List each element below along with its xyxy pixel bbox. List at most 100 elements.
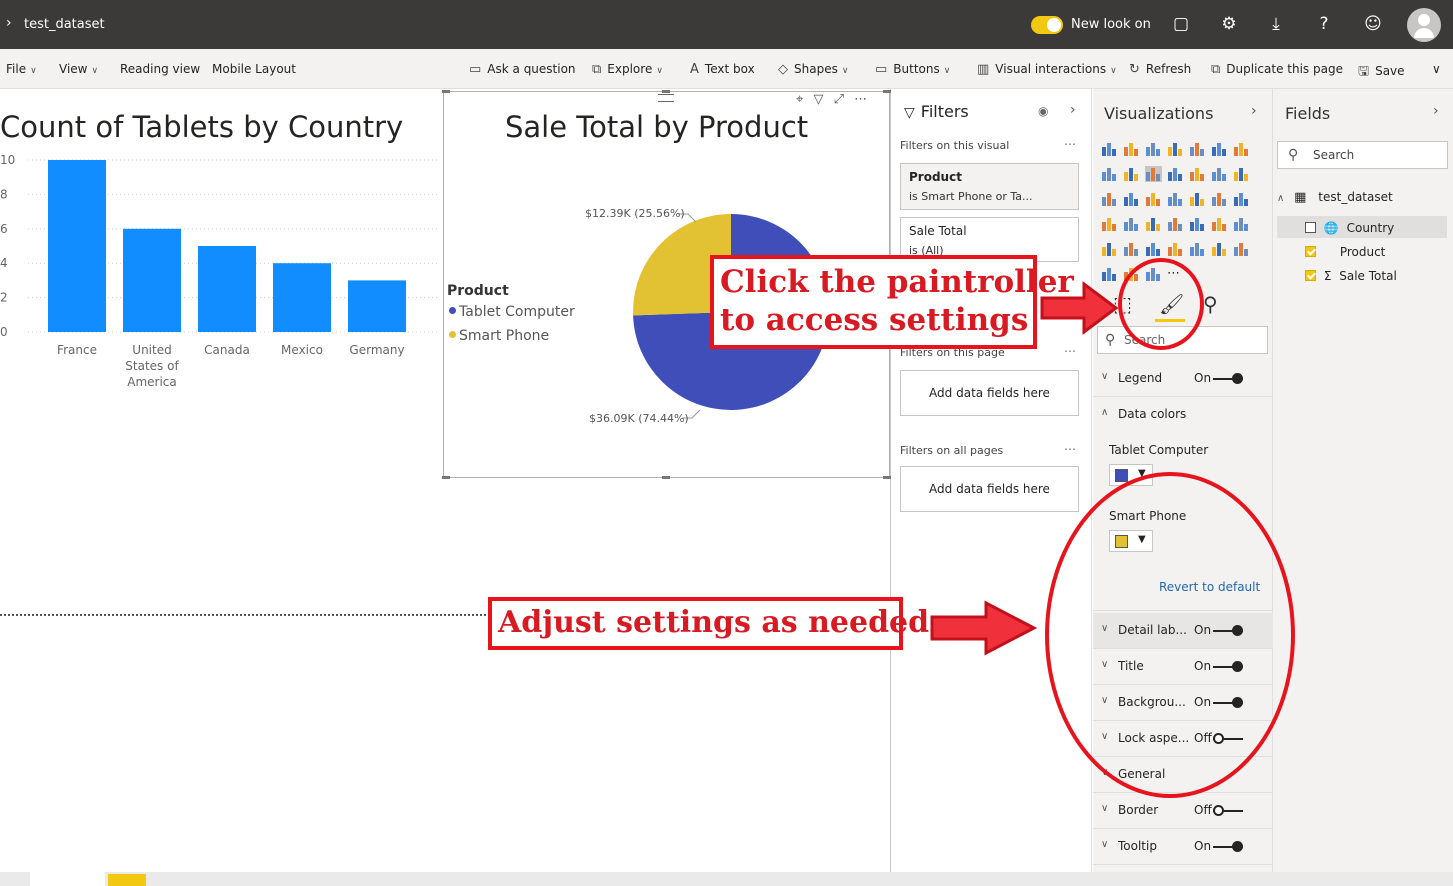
visual-type-icon[interactable]: [1123, 191, 1140, 207]
gear-icon[interactable]: ⚙: [1218, 13, 1240, 35]
file-menu[interactable]: File ∨: [6, 62, 37, 76]
drag-grip-icon[interactable]: [658, 94, 674, 102]
visual-type-icon[interactable]: [1211, 241, 1228, 257]
visual-type-icon[interactable]: [1189, 166, 1206, 182]
resize-handle[interactable]: [662, 476, 670, 479]
visual-interactions-button[interactable]: ▥ Visual interactions ∨: [977, 62, 1117, 77]
toggle-switch[interactable]: [1213, 373, 1243, 384]
bar[interactable]: [348, 280, 406, 332]
duplicate-page-button[interactable]: ⧉ Duplicate this page: [1211, 62, 1343, 77]
view-menu[interactable]: View ∨: [59, 62, 98, 76]
toggle-switch[interactable]: [1213, 805, 1243, 816]
visual-type-icon[interactable]: [1167, 141, 1184, 157]
text-box-button[interactable]: A Text box: [690, 62, 755, 77]
help-icon[interactable]: ?: [1313, 13, 1335, 35]
bar[interactable]: [273, 263, 331, 332]
setting-tooltip[interactable]: ∨ Tooltip On: [1093, 829, 1273, 865]
field-checkbox[interactable]: [1305, 222, 1316, 233]
explore-button[interactable]: ⧉ Explore ∨: [592, 62, 663, 77]
visual-type-icon[interactable]: [1211, 166, 1228, 182]
shapes-button[interactable]: ◇ Shapes ∨: [778, 62, 848, 77]
download-icon[interactable]: ⤓: [1265, 13, 1287, 35]
visual-type-icon[interactable]: [1233, 191, 1250, 207]
visual-type-icon[interactable]: [1145, 241, 1162, 257]
bar[interactable]: [198, 246, 256, 332]
visual-type-icon[interactable]: [1101, 141, 1118, 157]
chevron-right-icon[interactable]: ›: [6, 15, 12, 31]
toggle-switch[interactable]: [1213, 841, 1243, 852]
resize-handle[interactable]: [883, 476, 891, 479]
setting-border[interactable]: ∨ Border Off: [1093, 793, 1273, 829]
add-data-fields-all[interactable]: Add data fields here: [900, 466, 1079, 512]
avatar[interactable]: [1407, 8, 1441, 42]
legend-item-tablet[interactable]: Tablet Computer: [449, 304, 575, 320]
visual-type-icon[interactable]: [1101, 191, 1118, 207]
smiley-icon[interactable]: ☺: [1362, 13, 1384, 35]
visual-type-icon[interactable]: [1233, 166, 1250, 182]
visual-type-icon[interactable]: [1233, 141, 1250, 157]
visual-type-icon[interactable]: [1167, 241, 1184, 257]
field-country[interactable]: 🌐 Country: [1305, 221, 1394, 243]
visual-type-icon[interactable]: [1101, 216, 1118, 232]
visual-type-icon[interactable]: [1189, 216, 1206, 232]
focus-mode-icon[interactable]: ⤢: [834, 92, 844, 107]
collapse-chevron-icon[interactable]: ›: [1070, 102, 1076, 118]
visual-type-icon[interactable]: [1189, 191, 1206, 207]
filter-icon[interactable]: ▽: [813, 92, 823, 107]
resize-handle[interactable]: [442, 90, 450, 93]
collapse-chevron-icon[interactable]: ›: [1251, 103, 1257, 119]
field-checkbox[interactable]: [1305, 246, 1316, 257]
ask-question-button[interactable]: ▭ Ask a question: [469, 62, 576, 77]
table-node-test-dataset[interactable]: ∧ ▦ test_dataset: [1277, 190, 1393, 212]
bar-chart[interactable]: 10 8 6 4 2 0 France United States of America Canad…: [0, 150, 440, 400]
collapse-chevron-icon[interactable]: ›: [1433, 103, 1439, 119]
visual-type-icon[interactable]: [1167, 166, 1184, 182]
more-chevron-icon[interactable]: ∨: [1432, 62, 1441, 76]
legend-item-smartphone[interactable]: Smart Phone: [449, 328, 549, 344]
visual-type-icon[interactable]: [1189, 141, 1206, 157]
save-button[interactable]: 🖫 Save: [1358, 62, 1405, 84]
visual-type-icon[interactable]: [1123, 241, 1140, 257]
refresh-button[interactable]: ↻ Refresh: [1129, 62, 1191, 77]
field-product[interactable]: Product: [1305, 245, 1385, 267]
analytics-icon[interactable]: ⚲: [1203, 292, 1218, 316]
visual-type-icon[interactable]: [1167, 216, 1184, 232]
visual-type-icon[interactable]: [1189, 241, 1206, 257]
visual-type-icon[interactable]: [1233, 241, 1250, 257]
field-sale-total[interactable]: Σ Sale Total: [1305, 269, 1397, 291]
more-options-icon[interactable]: ⋯: [1064, 442, 1076, 456]
add-page-button[interactable]: [108, 874, 146, 886]
visual-type-icon[interactable]: [1145, 216, 1162, 232]
visual-type-icon[interactable]: [1211, 141, 1228, 157]
more-options-icon[interactable]: ⋯: [1064, 137, 1076, 151]
reading-view-button[interactable]: Reading view: [120, 62, 200, 76]
visual-type-icon[interactable]: [1211, 191, 1228, 207]
visual-type-icon[interactable]: [1123, 166, 1140, 182]
fields-search-input[interactable]: ⚲ Search: [1277, 141, 1448, 169]
more-options-icon[interactable]: ⋯: [1064, 344, 1076, 358]
resize-handle[interactable]: [883, 90, 891, 93]
bar[interactable]: [48, 160, 106, 332]
visual-type-icon[interactable]: [1123, 216, 1140, 232]
new-look-toggle-group[interactable]: New look on: [1031, 0, 1151, 49]
visual-type-icon[interactable]: [1123, 141, 1140, 157]
mobile-layout-button[interactable]: Mobile Layout: [212, 62, 296, 76]
visual-type-icon[interactable]: [1101, 241, 1118, 257]
pin-icon[interactable]: ⌖: [796, 92, 803, 107]
visual-type-icon[interactable]: [1167, 191, 1184, 207]
visual-type-icon[interactable]: [1145, 141, 1162, 157]
new-look-toggle[interactable]: [1031, 15, 1063, 34]
filter-card-product[interactable]: Product is Smart Phone or Ta...: [900, 163, 1079, 210]
resize-handle[interactable]: [662, 90, 670, 93]
visual-type-icon[interactable]: [1101, 166, 1118, 182]
visual-type-icon[interactable]: [1233, 216, 1250, 232]
resize-handle[interactable]: [442, 476, 450, 479]
setting-data-colors[interactable]: ∧ Data colors: [1093, 397, 1273, 433]
bar[interactable]: [123, 228, 181, 332]
add-data-fields-page[interactable]: Add data fields here: [900, 370, 1079, 416]
visual-type-icon[interactable]: [1145, 166, 1162, 182]
comment-icon[interactable]: ▢: [1170, 13, 1192, 35]
page-tab[interactable]: [30, 872, 105, 886]
visual-type-icon[interactable]: [1211, 216, 1228, 232]
more-options-icon[interactable]: ⋯: [854, 92, 867, 107]
